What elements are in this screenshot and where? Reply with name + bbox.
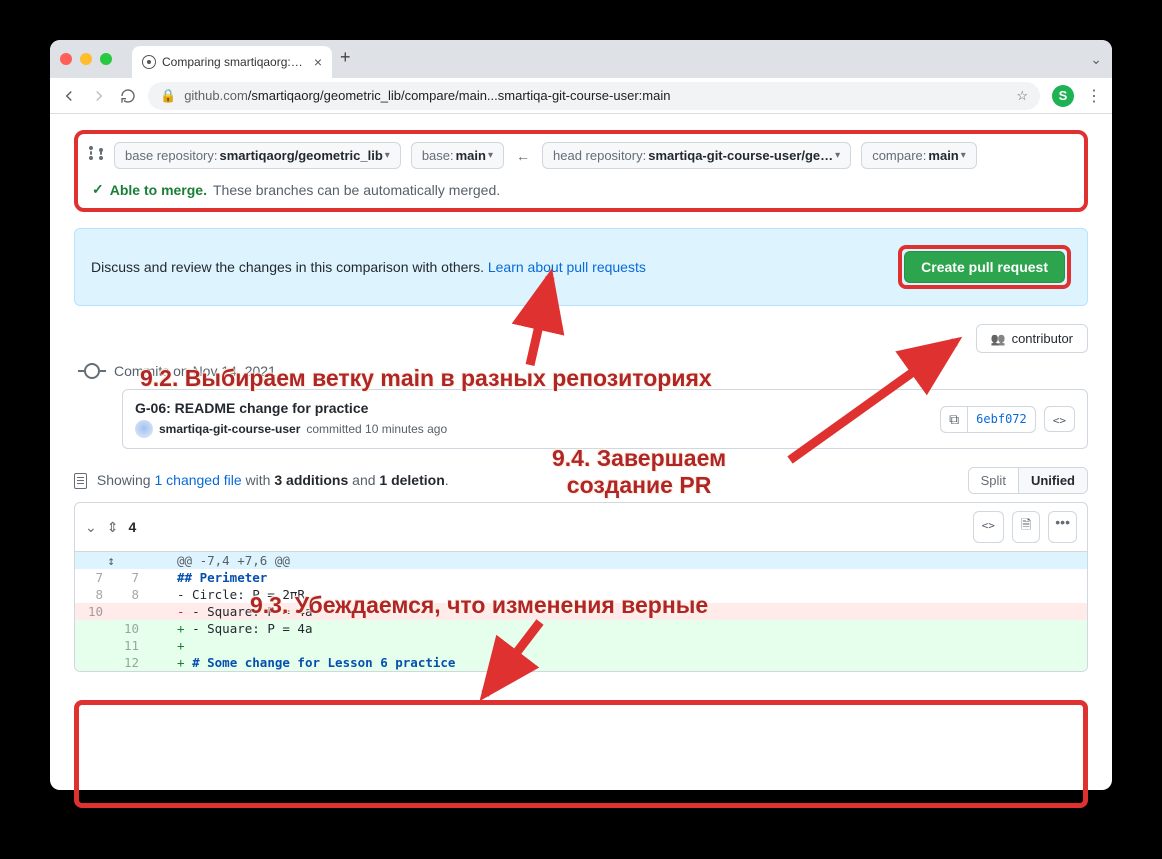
expand-icon[interactable]: ⇕: [107, 519, 119, 536]
commit-node-icon: [84, 363, 100, 379]
check-icon: ✓: [92, 181, 104, 198]
compare-panel-highlight: base repository: smartiqaorg/geometric_l…: [74, 130, 1088, 212]
reload-button[interactable]: [120, 88, 136, 104]
window-minimize-icon[interactable]: [80, 53, 92, 65]
browse-repo-at-commit-button[interactable]: [1044, 406, 1075, 432]
contributor-box[interactable]: contributor: [976, 324, 1088, 353]
merge-status-label: Able to merge.: [110, 182, 207, 198]
head-repository-dropdown[interactable]: head repository: smartiqa-git-course-use…: [542, 142, 851, 169]
file-menu-icon[interactable]: •••: [1048, 511, 1077, 543]
page-content: base repository: smartiqaorg/geometric_l…: [50, 114, 1112, 688]
github-favicon-icon: [142, 55, 156, 69]
back-button[interactable]: [60, 87, 78, 105]
create-pr-banner: Discuss and review the changes in this c…: [74, 228, 1088, 306]
author-avatar[interactable]: [135, 420, 153, 438]
learn-pr-link[interactable]: Learn about pull requests: [488, 259, 646, 275]
expand-up-icon: ↕: [107, 553, 115, 568]
diff-view-toggle: Split Unified: [968, 467, 1088, 494]
commits-date-header: Commits on Nov 14, 2021: [114, 363, 276, 379]
branch-selector-row: base repository: smartiqaorg/geometric_l…: [88, 142, 1074, 169]
arrow-left-icon: ←: [516, 148, 530, 164]
window-controls: [60, 53, 112, 65]
banner-text: Discuss and review the changes in this c…: [91, 259, 646, 275]
tab-close-icon[interactable]: ×: [314, 54, 322, 70]
commits-timeline: Commits on Nov 14, 2021 G-06: README cha…: [84, 363, 1088, 449]
unified-view-button[interactable]: Unified: [1018, 468, 1087, 493]
tab-strip: Comparing smartiqaorg:main... × + ⌄: [50, 40, 1112, 78]
diff-line-added: 12# Some change for Lesson 6 practice: [75, 654, 1087, 671]
diff-line: 77## Perimeter: [75, 569, 1087, 586]
diff-line-deleted: 10- Square: P = 4a: [75, 603, 1087, 620]
diff-line-added: 10- Square: P = 4a: [75, 620, 1087, 637]
rendered-view-icon[interactable]: [1012, 511, 1040, 543]
merge-status: ✓ Able to merge. These branches can be a…: [88, 177, 1074, 198]
commit-title[interactable]: G-06: README change for practice: [135, 400, 930, 416]
commit-time: committed 10 minutes ago: [306, 422, 447, 436]
diff-line: 88- Circle: P = 2πR: [75, 586, 1087, 603]
base-branch-dropdown[interactable]: base: main ▾: [411, 142, 504, 169]
forward-button[interactable]: [90, 87, 108, 105]
diff-file: ⌄ ⇕ 4 ••• ↕@@ -7,4 +7,6 @@ 77## Perimete…: [74, 502, 1088, 672]
merge-status-text: These branches can be automatically merg…: [213, 182, 500, 198]
split-view-button[interactable]: Split: [969, 468, 1018, 493]
address-bar[interactable]: 🔒 github.com/smartiqaorg/geometric_lib/c…: [148, 82, 1040, 110]
browser-menu-icon[interactable]: ⋮: [1086, 86, 1102, 106]
base-repository-dropdown[interactable]: base repository: smartiqaorg/geometric_l…: [114, 142, 401, 169]
diff-table: ↕@@ -7,4 +7,6 @@ 77## Perimeter 88- Circ…: [75, 552, 1087, 671]
create-pull-request-button[interactable]: Create pull request: [904, 251, 1065, 283]
window-close-icon[interactable]: [60, 53, 72, 65]
diff-hunk-header: ↕@@ -7,4 +7,6 @@: [75, 552, 1087, 569]
copy-sha-button[interactable]: [940, 406, 968, 433]
collapse-file-icon[interactable]: ⌄: [85, 519, 97, 536]
tab-title: Comparing smartiqaorg:main...: [162, 55, 308, 69]
diff-line-added: 11: [75, 637, 1087, 654]
browser-toolbar: 🔒 github.com/smartiqaorg/geometric_lib/c…: [50, 78, 1112, 114]
profile-avatar[interactable]: S: [1052, 85, 1074, 107]
stats-row: contributor: [74, 324, 1088, 353]
compare-branch-dropdown[interactable]: compare: main ▾: [861, 142, 977, 169]
file-icon: [74, 473, 87, 489]
browser-tab[interactable]: Comparing smartiqaorg:main... ×: [132, 46, 332, 78]
changed-files-link[interactable]: 1 changed file: [154, 472, 241, 488]
lock-icon: 🔒: [160, 88, 176, 104]
bookmark-icon[interactable]: ☆: [1016, 88, 1028, 104]
files-summary-row: Showing 1 changed file with 3 additions …: [74, 467, 1088, 494]
url-text: github.com/smartiqaorg/geometric_lib/com…: [184, 88, 670, 103]
diff-file-header: ⌄ ⇕ 4 •••: [75, 503, 1087, 552]
tabs-menu-icon[interactable]: ⌄: [1090, 51, 1102, 68]
people-icon: [991, 331, 1006, 346]
new-tab-button[interactable]: +: [340, 47, 351, 68]
caret-down-icon: ▾: [961, 150, 966, 161]
files-summary-text: Showing 1 changed file with 3 additions …: [74, 472, 449, 489]
window-maximize-icon[interactable]: [100, 53, 112, 65]
create-pr-highlight: Create pull request: [898, 245, 1071, 289]
sha-button-group: 6ebf072: [940, 406, 1036, 433]
commit-author[interactable]: smartiqa-git-course-user: [159, 422, 300, 436]
caret-down-icon: ▾: [488, 150, 493, 161]
compare-icon: [88, 145, 104, 166]
commit-row: G-06: README change for practice smartiq…: [122, 389, 1088, 449]
caret-down-icon: ▾: [835, 150, 840, 161]
code-view-icon[interactable]: [973, 511, 1004, 543]
diff-changes-count: 4: [128, 519, 136, 535]
caret-down-icon: ▾: [385, 150, 390, 161]
browser-window: Comparing smartiqaorg:main... × + ⌄ 🔒 gi…: [50, 40, 1112, 790]
commit-sha-link[interactable]: 6ebf072: [968, 406, 1036, 433]
